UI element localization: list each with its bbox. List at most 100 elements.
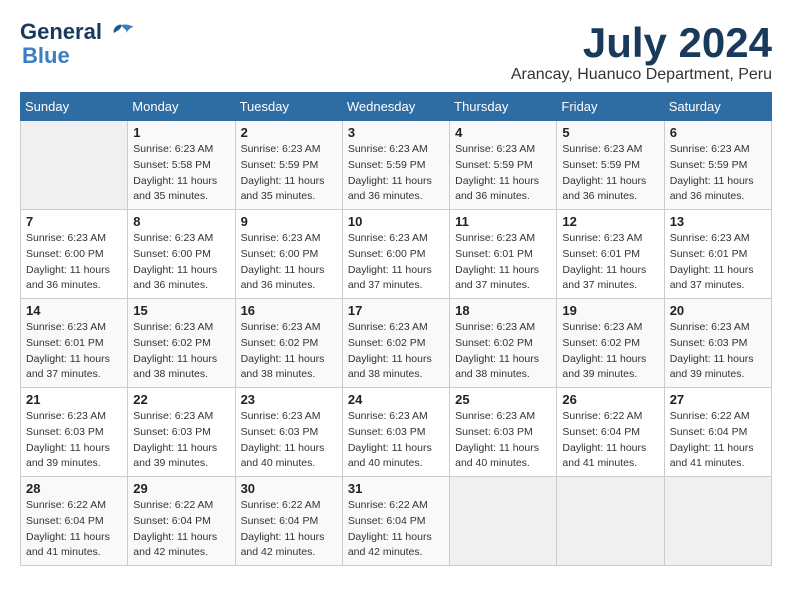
logo-general: General: [20, 20, 136, 44]
calendar-cell: 1Sunrise: 6:23 AMSunset: 5:58 PMDaylight…: [128, 121, 235, 210]
day-number: 9: [241, 214, 337, 229]
day-number: 21: [26, 392, 122, 407]
location-title: Arancay, Huanuco Department, Peru: [511, 66, 772, 84]
calendar-cell: 4 Sunrise: 6:23 AMSunset: 5:59 PMDaylight…: [450, 121, 557, 210]
calendar-cell: 14 Sunrise: 6:23 AMSunset: 6:01 PMDayligh…: [21, 299, 128, 388]
calendar-cell: 11Sunrise: 6:23 AMSunset: 6:01 PMDayligh…: [450, 210, 557, 299]
day-info: Sunrise: 6:23 AMSunset: 6:03 PMDaylight:…: [133, 409, 229, 472]
calendar-cell: 6 Sunrise: 6:23 AMSunset: 5:59 PMDaylight…: [664, 121, 771, 210]
day-info: Sunrise: 6:23 AMSunset: 6:02 PMDaylight:…: [241, 320, 337, 383]
day-number: 10: [348, 214, 444, 229]
day-info: Sunrise: 6:23 AMSunset: 6:01 PMDaylight:…: [670, 231, 766, 294]
day-info: Sunrise: 6:22 AMSunset: 6:04 PMDaylight:…: [241, 498, 337, 561]
header: General Blue July 2024 Arancay, Huanuco …: [20, 20, 772, 84]
day-header-saturday: Saturday: [664, 93, 771, 121]
calendar-cell: 12Sunrise: 6:23 AMSunset: 6:01 PMDayligh…: [557, 210, 664, 299]
day-info: Sunrise: 6:23 AMSunset: 5:59 PMDaylight:…: [670, 142, 766, 205]
day-info: Sunrise: 6:23 AMSunset: 6:03 PMDaylight:…: [670, 320, 766, 383]
day-number: 1: [133, 125, 229, 140]
logo: General Blue: [20, 20, 136, 68]
day-header-friday: Friday: [557, 93, 664, 121]
calendar-cell: 28 Sunrise: 6:22 AMSunset: 6:04 PMDayligh…: [21, 477, 128, 566]
day-info: Sunrise: 6:23 AMSunset: 5:59 PMDaylight:…: [562, 142, 658, 205]
day-info: Sunrise: 6:23 AMSunset: 6:00 PMDaylight:…: [241, 231, 337, 294]
day-info: Sunrise: 6:23 AMSunset: 6:02 PMDaylight:…: [562, 320, 658, 383]
day-info: Sunrise: 6:22 AMSunset: 6:04 PMDaylight:…: [670, 409, 766, 472]
day-info: Sunrise: 6:23 AMSunset: 6:01 PMDaylight:…: [455, 231, 551, 294]
day-number: 2: [241, 125, 337, 140]
calendar-cell: 16 Sunrise: 6:23 AMSunset: 6:02 PMDayligh…: [235, 299, 342, 388]
calendar-cell: 27 Sunrise: 6:22 AMSunset: 6:04 PMDayligh…: [664, 388, 771, 477]
day-header-monday: Monday: [128, 93, 235, 121]
day-info: Sunrise: 6:23 AMSunset: 6:02 PMDaylight:…: [133, 320, 229, 383]
day-number: 30: [241, 481, 337, 496]
calendar-cell: 13 Sunrise: 6:23 AMSunset: 6:01 PMDayligh…: [664, 210, 771, 299]
day-info: Sunrise: 6:23 AMSunset: 5:59 PMDaylight:…: [348, 142, 444, 205]
day-number: 12: [562, 214, 658, 229]
calendar-cell: 9 Sunrise: 6:23 AMSunset: 6:00 PMDaylight…: [235, 210, 342, 299]
calendar-cell: 3 Sunrise: 6:23 AMSunset: 5:59 PMDaylight…: [342, 121, 449, 210]
day-number: 15: [133, 303, 229, 318]
day-info: Sunrise: 6:23 AMSunset: 6:02 PMDaylight:…: [348, 320, 444, 383]
calendar-cell: 8 Sunrise: 6:23 AMSunset: 6:00 PMDaylight…: [128, 210, 235, 299]
day-header-sunday: Sunday: [21, 93, 128, 121]
day-number: 25: [455, 392, 551, 407]
day-info: Sunrise: 6:23 AMSunset: 6:00 PMDaylight:…: [348, 231, 444, 294]
calendar-cell: 18 Sunrise: 6:23 AMSunset: 6:02 PMDayligh…: [450, 299, 557, 388]
calendar-cell: [664, 477, 771, 566]
day-number: 20: [670, 303, 766, 318]
calendar-cell: 22 Sunrise: 6:23 AMSunset: 6:03 PMDayligh…: [128, 388, 235, 477]
day-number: 13: [670, 214, 766, 229]
calendar-cell: [21, 121, 128, 210]
day-info: Sunrise: 6:23 AMSunset: 6:02 PMDaylight:…: [455, 320, 551, 383]
calendar-cell: 17 Sunrise: 6:23 AMSunset: 6:02 PMDayligh…: [342, 299, 449, 388]
calendar-cell: 21Sunrise: 6:23 AMSunset: 6:03 PMDayligh…: [21, 388, 128, 477]
day-info: Sunrise: 6:22 AMSunset: 6:04 PMDaylight:…: [133, 498, 229, 561]
day-info: Sunrise: 6:23 AMSunset: 6:01 PMDaylight:…: [26, 320, 122, 383]
day-number: 3: [348, 125, 444, 140]
day-number: 27: [670, 392, 766, 407]
day-info: Sunrise: 6:23 AMSunset: 6:00 PMDaylight:…: [133, 231, 229, 294]
calendar-cell: 24Sunrise: 6:23 AMSunset: 6:03 PMDayligh…: [342, 388, 449, 477]
calendar-cell: 30 Sunrise: 6:22 AMSunset: 6:04 PMDayligh…: [235, 477, 342, 566]
day-info: Sunrise: 6:23 AMSunset: 6:03 PMDaylight:…: [241, 409, 337, 472]
calendar-cell: 10 Sunrise: 6:23 AMSunset: 6:00 PMDayligh…: [342, 210, 449, 299]
day-number: 29: [133, 481, 229, 496]
day-number: 23: [241, 392, 337, 407]
calendar-cell: 23 Sunrise: 6:23 AMSunset: 6:03 PMDayligh…: [235, 388, 342, 477]
day-number: 22: [133, 392, 229, 407]
day-number: 26: [562, 392, 658, 407]
month-title: July 2024: [511, 20, 772, 66]
title-area: July 2024 Arancay, Huanuco Department, P…: [511, 20, 772, 84]
day-number: 5: [562, 125, 658, 140]
calendar-cell: 2 Sunrise: 6:23 AMSunset: 5:59 PMDaylight…: [235, 121, 342, 210]
day-info: Sunrise: 6:23 AMSunset: 5:59 PMDaylight:…: [455, 142, 551, 205]
calendar-cell: [450, 477, 557, 566]
calendar-cell: 31Sunrise: 6:22 AMSunset: 6:04 PMDayligh…: [342, 477, 449, 566]
day-info: Sunrise: 6:23 AMSunset: 5:59 PMDaylight:…: [241, 142, 337, 205]
calendar-cell: [557, 477, 664, 566]
calendar-cell: 29 Sunrise: 6:22 AMSunset: 6:04 PMDayligh…: [128, 477, 235, 566]
day-header-thursday: Thursday: [450, 93, 557, 121]
day-info: Sunrise: 6:22 AMSunset: 6:04 PMDaylight:…: [562, 409, 658, 472]
day-header-wednesday: Wednesday: [342, 93, 449, 121]
day-number: 28: [26, 481, 122, 496]
calendar-cell: 25 Sunrise: 6:23 AMSunset: 6:03 PMDayligh…: [450, 388, 557, 477]
day-number: 14: [26, 303, 122, 318]
logo-blue: Blue: [22, 44, 136, 68]
day-info: Sunrise: 6:23 AMSunset: 6:03 PMDaylight:…: [455, 409, 551, 472]
day-number: 6: [670, 125, 766, 140]
calendar-cell: 7Sunrise: 6:23 AMSunset: 6:00 PMDaylight…: [21, 210, 128, 299]
calendar-cell: 15 Sunrise: 6:23 AMSunset: 6:02 PMDayligh…: [128, 299, 235, 388]
day-info: Sunrise: 6:23 AMSunset: 6:00 PMDaylight:…: [26, 231, 122, 294]
calendar-cell: 20 Sunrise: 6:23 AMSunset: 6:03 PMDayligh…: [664, 299, 771, 388]
day-number: 16: [241, 303, 337, 318]
day-number: 18: [455, 303, 551, 318]
calendar-cell: 5 Sunrise: 6:23 AMSunset: 5:59 PMDaylight…: [557, 121, 664, 210]
day-info: Sunrise: 6:22 AMSunset: 6:04 PMDaylight:…: [26, 498, 122, 561]
day-number: 4: [455, 125, 551, 140]
day-number: 31: [348, 481, 444, 496]
day-number: 17: [348, 303, 444, 318]
day-info: Sunrise: 6:23 AMSunset: 6:03 PMDaylight:…: [348, 409, 444, 472]
day-number: 8: [133, 214, 229, 229]
